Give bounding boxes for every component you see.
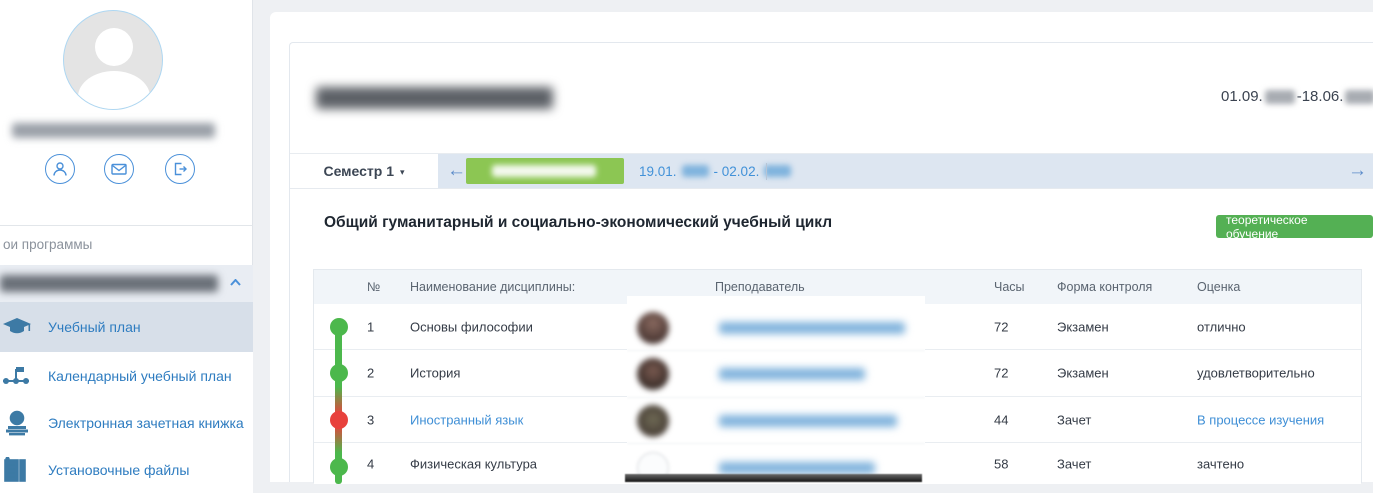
- program-accordion-header[interactable]: [0, 265, 253, 302]
- semester-label: Семестр 1: [323, 163, 394, 179]
- col-header-num: №: [367, 280, 380, 294]
- redacted-program-title: [316, 87, 553, 109]
- gradebook-globe-icon: [2, 410, 36, 436]
- row-hours: 72: [994, 366, 1008, 381]
- programs-section-label: ои программы: [3, 237, 92, 252]
- sidebar-item-calendar-plan[interactable]: Календарный учебный план: [0, 352, 253, 399]
- row-grade: отлично: [1197, 319, 1246, 334]
- disciplines-table: № Наименование дисциплины: Преподаватель…: [313, 269, 1362, 483]
- active-period-button[interactable]: [466, 158, 624, 184]
- status-dot-red: [330, 411, 348, 429]
- col-header-name: Наименование дисциплины:: [410, 280, 575, 294]
- chevron-up-icon[interactable]: [230, 279, 241, 286]
- row-grade: удовлетворительно: [1197, 366, 1315, 381]
- discipline-name-link[interactable]: Иностранный язык: [410, 412, 523, 427]
- logout-button[interactable]: [165, 154, 195, 184]
- redacted-teacher-name[interactable]: [719, 462, 875, 474]
- redacted-year: [1265, 90, 1295, 104]
- logout-icon: [172, 161, 188, 177]
- discipline-name: История: [410, 366, 460, 381]
- discipline-name: Физическая культура: [410, 456, 537, 471]
- status-dot-green: [330, 318, 348, 336]
- row-num: 4: [367, 456, 374, 471]
- col-header-hours: Часы: [994, 280, 1025, 294]
- sidebar-item-label: Учебный план: [48, 319, 141, 335]
- row-hours: 72: [994, 319, 1008, 334]
- redacted-year: [682, 165, 709, 177]
- row-hours: 58: [994, 456, 1008, 471]
- row-divider: [627, 443, 925, 444]
- period-from: 01.09.: [1221, 88, 1263, 105]
- avatar: [63, 10, 163, 110]
- study-period: 01.09. -18.06.: [1221, 88, 1373, 105]
- date-to: - 02.02.: [714, 164, 760, 179]
- graduation-cap-icon: [2, 317, 36, 337]
- redacted-program-name: [0, 275, 218, 292]
- row-divider: [627, 350, 925, 351]
- sidebar-item-setup-files[interactable]: Установочные файлы: [0, 446, 253, 493]
- sidebar: ои программы Учебный план: [0, 0, 253, 482]
- sidebar-item-label: Электронная зачетная книжка: [48, 415, 244, 431]
- status-dot-green: [330, 364, 348, 382]
- mail-icon: [111, 161, 127, 177]
- discipline-name: Основы философии: [410, 319, 533, 334]
- redacted-period-text: [492, 165, 596, 177]
- row-num: 1: [367, 319, 374, 334]
- sidebar-item-label: Установочные файлы: [48, 462, 189, 478]
- row-num: 3: [367, 412, 374, 427]
- dark-scrollbar[interactable]: [625, 474, 922, 482]
- cycle-title: Общий гуманитарный и социально-экономиче…: [324, 214, 832, 232]
- row-num: 2: [367, 366, 374, 381]
- sidebar-item-gradebook[interactable]: Электронная зачетная книжка: [0, 399, 253, 446]
- row-control: Экзамен: [1057, 319, 1109, 334]
- status-dot-green: [330, 458, 348, 476]
- period-to: -18.06.: [1297, 88, 1344, 105]
- prev-period-arrow[interactable]: ←: [447, 159, 466, 183]
- row-hours: 44: [994, 412, 1008, 427]
- row-control: Экзамен: [1057, 366, 1109, 381]
- row-divider: [627, 397, 925, 398]
- redacted-user-name: [12, 123, 215, 138]
- files-icon: [2, 457, 36, 483]
- teacher-avatar: [637, 405, 669, 437]
- profile-button[interactable]: [45, 154, 75, 184]
- milestones-icon: [2, 365, 36, 387]
- bar-divider: [766, 163, 767, 180]
- semester-dropdown[interactable]: Семестр 1 ▾: [290, 154, 438, 188]
- date-from: 19.01.: [639, 164, 677, 179]
- row-grade: зачтено: [1197, 456, 1244, 471]
- redacted-year: [1345, 90, 1373, 104]
- teacher-avatar: [637, 312, 669, 344]
- semester-bar: Семестр 1 ▾ ← 19.01. - 02.02. →: [290, 153, 1373, 189]
- messages-button[interactable]: [104, 154, 134, 184]
- col-header-teacher: Преподаватель: [715, 280, 805, 294]
- sidebar-item-label: Календарный учебный план: [48, 368, 232, 384]
- sidebar-item-curriculum[interactable]: Учебный план: [0, 302, 253, 352]
- redacted-teacher-column: [627, 296, 925, 478]
- next-period-arrow[interactable]: →: [1348, 159, 1367, 183]
- caret-down-icon: ▾: [400, 165, 405, 178]
- row-control: Зачет: [1057, 456, 1091, 471]
- redacted-year: [764, 165, 791, 177]
- period-dates[interactable]: 19.01. - 02.02.: [639, 154, 791, 188]
- row-control: Зачет: [1057, 412, 1091, 427]
- avatar-head-shape: [95, 28, 133, 66]
- redacted-teacher-name[interactable]: [719, 368, 865, 380]
- row-grade-link[interactable]: В процессе изучения: [1197, 412, 1324, 427]
- redacted-teacher-name[interactable]: [719, 415, 897, 427]
- col-header-grade: Оценка: [1197, 280, 1240, 294]
- teacher-avatar: [637, 358, 669, 390]
- person-icon: [52, 161, 68, 177]
- col-header-control: Форма контроля: [1057, 280, 1152, 294]
- program-card: 01.09. -18.06. Семестр 1 ▾ ← 19.01. - 02…: [289, 42, 1373, 482]
- redacted-teacher-name[interactable]: [719, 322, 905, 334]
- sidebar-divider: [0, 225, 253, 226]
- training-type-badge: теоретическое обучение: [1216, 215, 1373, 238]
- avatar-body-shape: [78, 71, 150, 110]
